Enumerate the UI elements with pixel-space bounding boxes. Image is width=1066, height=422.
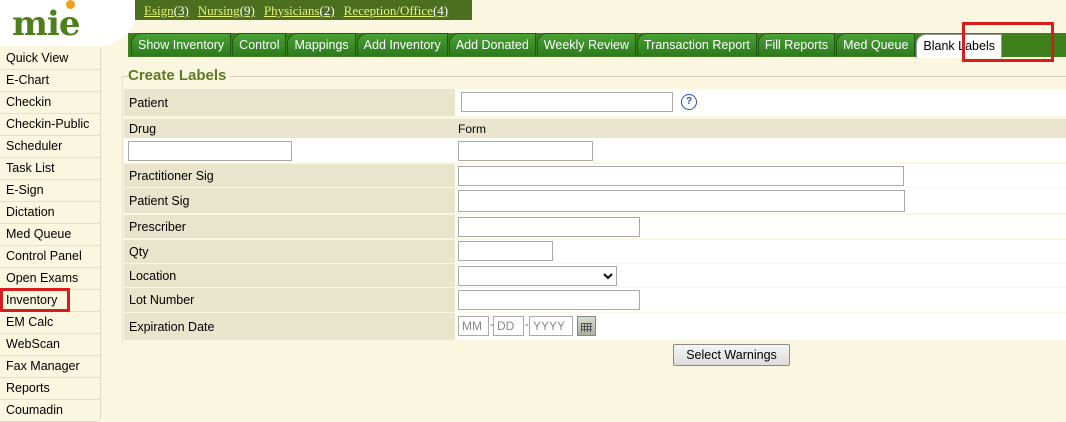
practitioner-sig-label: Practitioner Sig bbox=[124, 164, 455, 187]
sidebar-item-task-list[interactable]: Task List bbox=[0, 158, 100, 180]
patient-sig-label: Patient Sig bbox=[124, 188, 455, 213]
tab-transaction-report[interactable]: Transaction Report bbox=[637, 33, 757, 56]
help-icon[interactable]: ? bbox=[681, 94, 697, 110]
patient-label: Patient bbox=[124, 89, 455, 116]
drug-form-input-row bbox=[124, 138, 1066, 162]
quicklinks: Esign(3) Nursing(9) Physicians(2) Reception… bbox=[144, 3, 457, 19]
form-label-cell: Form bbox=[455, 119, 1066, 138]
quicklink-nursing[interactable]: Nursing(9) bbox=[198, 3, 255, 18]
sidebar-item-coumadin[interactable]: Coumadin bbox=[0, 400, 100, 422]
sidebar-item-checkin[interactable]: Checkin bbox=[0, 92, 100, 114]
sidebar-item-open-exams[interactable]: Open Exams bbox=[0, 268, 100, 290]
drug-label: Drug bbox=[124, 119, 455, 138]
highlight-box-inventory bbox=[0, 288, 70, 312]
patient-sig-row: Patient Sig bbox=[124, 188, 1066, 213]
sidebar-item-reports[interactable]: Reports bbox=[0, 378, 100, 400]
logo-text: mie bbox=[12, 4, 81, 44]
tab-add-donated[interactable]: Add Donated bbox=[448, 33, 536, 56]
quicklink-physicians[interactable]: Physicians(2) bbox=[264, 3, 335, 18]
prescriber-label: Prescriber bbox=[124, 215, 455, 238]
location-label: Location bbox=[124, 264, 455, 287]
sidebar-item-control-panel[interactable]: Control Panel bbox=[0, 246, 100, 268]
location-row: Location bbox=[124, 264, 1066, 287]
sidebar-item-e-chart[interactable]: E-Chart bbox=[0, 70, 100, 92]
expiration-date-row: Expiration Date - - bbox=[124, 313, 1066, 340]
lot-number-input[interactable] bbox=[458, 290, 640, 310]
tab-med-queue[interactable]: Med Queue bbox=[836, 33, 916, 56]
practitioner-sig-input[interactable] bbox=[458, 166, 904, 186]
tab-add-inventory[interactable]: Add Inventory bbox=[356, 33, 448, 56]
prescriber-input[interactable] bbox=[458, 217, 640, 237]
select-warnings-button[interactable]: Select Warnings bbox=[673, 344, 790, 366]
tab-show-inventory[interactable]: Show Inventory bbox=[131, 33, 232, 56]
qty-row: Qty bbox=[124, 240, 1066, 263]
tab-fill-reports[interactable]: Fill Reports bbox=[757, 33, 836, 56]
sidebar: Quick View E-Chart Checkin Checkin-Public Sc… bbox=[0, 48, 101, 422]
expiration-date-label: Expiration Date bbox=[124, 313, 455, 340]
qty-label: Qty bbox=[124, 240, 455, 263]
quicklink-count: (4) bbox=[432, 3, 449, 18]
quicklink-esign[interactable]: Esign(3) bbox=[144, 3, 189, 18]
patient-input[interactable] bbox=[461, 92, 673, 112]
sidebar-item-quick-view[interactable]: Quick View bbox=[0, 48, 100, 70]
patient-sig-input[interactable] bbox=[458, 190, 905, 212]
expiration-month-input[interactable] bbox=[458, 316, 489, 336]
patient-row: Patient ? bbox=[124, 89, 1066, 116]
highlight-box-blank-labels bbox=[962, 22, 1054, 62]
drug-input[interactable] bbox=[128, 141, 292, 161]
quicklink-label: Reception/Office bbox=[343, 3, 433, 18]
lot-number-row: Lot Number bbox=[124, 288, 1066, 312]
quicklink-count: (2) bbox=[319, 3, 335, 18]
drug-form-header-row: Drug Form bbox=[124, 119, 1066, 138]
calendar-icon[interactable] bbox=[577, 316, 596, 336]
quicklink-count: (3) bbox=[173, 3, 189, 18]
quicklink-reception-office[interactable]: Reception/Office(4) bbox=[344, 3, 448, 18]
sidebar-item-dictation[interactable]: Dictation bbox=[0, 202, 100, 224]
expiration-year-input[interactable] bbox=[529, 316, 573, 336]
logo-dot bbox=[66, 0, 75, 9]
prescriber-row: Prescriber bbox=[124, 215, 1066, 238]
logo: mie bbox=[0, 0, 135, 46]
qty-input[interactable] bbox=[458, 241, 553, 261]
sidebar-item-med-queue[interactable]: Med Queue bbox=[0, 224, 100, 246]
quicklink-label: Nursing bbox=[197, 3, 240, 18]
patient-value-cell: ? bbox=[455, 89, 1066, 116]
lot-number-label: Lot Number bbox=[124, 288, 455, 312]
sidebar-item-webscan[interactable]: WebScan bbox=[0, 334, 100, 356]
sidebar-item-fax-manager[interactable]: Fax Manager bbox=[0, 356, 100, 378]
tab-weekly-review[interactable]: Weekly Review bbox=[536, 33, 637, 56]
form-label: Form bbox=[458, 121, 486, 136]
quicklink-label: Esign bbox=[144, 3, 174, 18]
sidebar-item-em-calc[interactable]: EM Calc bbox=[0, 312, 100, 334]
quicklink-label: Physicians bbox=[263, 3, 320, 18]
sidebar-item-scheduler[interactable]: Scheduler bbox=[0, 136, 100, 158]
form-input[interactable] bbox=[458, 141, 593, 161]
practitioner-sig-row: Practitioner Sig bbox=[124, 164, 1066, 187]
tab-strip: Show Inventory Control Mappings Add Invento… bbox=[131, 33, 1003, 58]
sidebar-item-checkin-public[interactable]: Checkin-Public bbox=[0, 114, 100, 136]
sidebar-item-e-sign[interactable]: E-Sign bbox=[0, 180, 100, 202]
form-legend: Create Labels bbox=[128, 67, 231, 84]
tab-control[interactable]: Control bbox=[232, 33, 287, 56]
tab-mappings[interactable]: Mappings bbox=[287, 33, 356, 56]
expiration-day-input[interactable] bbox=[493, 316, 524, 336]
quicklink-count: (9) bbox=[239, 3, 255, 18]
location-select[interactable] bbox=[458, 266, 617, 286]
